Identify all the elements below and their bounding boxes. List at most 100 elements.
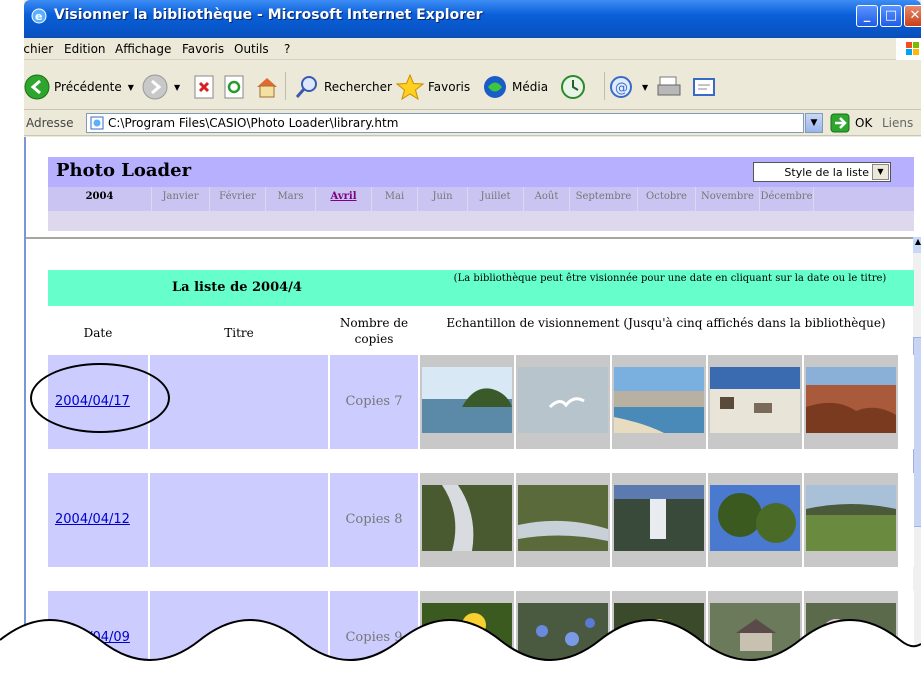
go-arrow-icon bbox=[830, 113, 850, 133]
seagull-photo bbox=[518, 367, 608, 433]
year-label: 2004 bbox=[48, 187, 152, 211]
menu-fichier[interactable]: Fichier bbox=[24, 42, 53, 56]
close-button[interactable]: ✕ bbox=[904, 5, 921, 27]
waterfall-photo bbox=[614, 485, 704, 551]
month-novembre: Novembre bbox=[696, 187, 760, 211]
home-icon bbox=[257, 78, 277, 98]
address-label: Adresse bbox=[26, 116, 74, 130]
month-avril[interactable]: Avril bbox=[316, 187, 372, 211]
month-juillet: Juillet bbox=[468, 187, 524, 211]
forward-arrow-icon bbox=[142, 74, 168, 100]
scroll-thumb[interactable] bbox=[913, 337, 921, 527]
harbor-beach-photo bbox=[614, 367, 704, 433]
tree-sky-photo bbox=[710, 485, 800, 551]
title-bar: e Visionner la bibliothèque - Microsoft … bbox=[24, 0, 921, 38]
table-row: 2004/04/12 Copies 8 bbox=[48, 473, 914, 567]
edit-document-icon bbox=[693, 78, 715, 96]
history-button[interactable] bbox=[560, 72, 586, 102]
address-bar: Adresse C:\Program Files\CASIO\Photo Loa… bbox=[24, 110, 921, 136]
maximize-button[interactable]: □ bbox=[880, 5, 902, 27]
column-header-sample: Echantillon de visionnement (Jusqu'à cin… bbox=[446, 316, 886, 330]
favorites-label: Favoris bbox=[428, 80, 471, 94]
edit-button[interactable] bbox=[692, 72, 718, 102]
coast-island-photo bbox=[422, 367, 512, 433]
list-title: La liste de 2004/4 bbox=[172, 280, 302, 295]
month-decembre: Décembre bbox=[760, 187, 814, 211]
back-dropdown-icon[interactable]: ▼ bbox=[128, 83, 134, 92]
links-label[interactable]: Liens bbox=[882, 116, 913, 130]
search-label: Rechercher bbox=[324, 80, 392, 94]
minimize-button[interactable]: _ bbox=[856, 5, 878, 27]
menu-outils[interactable]: Outils bbox=[234, 42, 269, 56]
window-title: Visionner la bibliothèque - Microsoft In… bbox=[54, 7, 483, 23]
home-button[interactable] bbox=[254, 72, 280, 102]
month-octobre: Octobre bbox=[638, 187, 696, 211]
thumbnail[interactable] bbox=[708, 473, 802, 567]
copies-count: Copies 8 bbox=[345, 512, 403, 527]
go-button[interactable]: OK bbox=[830, 113, 872, 133]
page-viewport: Photo Loader Style de la liste ▼ 2004 Ja… bbox=[24, 137, 921, 679]
date-link[interactable]: 2004/04/12 bbox=[55, 512, 130, 527]
thumbnail[interactable] bbox=[612, 355, 706, 449]
month-mai: Mai bbox=[372, 187, 418, 211]
thumbnail[interactable] bbox=[708, 355, 802, 449]
page-icon bbox=[90, 116, 104, 130]
column-header-copies: Nombre de copies bbox=[339, 316, 409, 346]
frame-divider bbox=[26, 237, 921, 239]
thumbnail[interactable] bbox=[516, 355, 610, 449]
toolbar-separator bbox=[285, 72, 286, 100]
thumbnail[interactable] bbox=[612, 473, 706, 567]
stop-button[interactable] bbox=[194, 72, 216, 102]
scroll-up-icon[interactable]: ▲ bbox=[913, 237, 921, 253]
toolbar-separator bbox=[604, 72, 605, 100]
marsh-photo bbox=[806, 485, 896, 551]
media-label: Média bbox=[512, 80, 549, 94]
history-icon bbox=[561, 75, 585, 99]
media-button[interactable]: Média bbox=[482, 72, 548, 102]
menu-edition[interactable]: Edition bbox=[64, 42, 106, 56]
address-dropdown-icon[interactable]: ▼ bbox=[805, 113, 823, 133]
menu-affichage[interactable]: Affichage bbox=[115, 42, 171, 56]
list-style-value: Style de la liste bbox=[784, 165, 869, 179]
mail-dropdown-icon[interactable]: ▼ bbox=[642, 83, 648, 92]
list-style-select[interactable]: Style de la liste ▼ bbox=[753, 162, 891, 182]
header-title-bar: Photo Loader Style de la liste ▼ bbox=[48, 157, 914, 187]
ie-logo-icon: e bbox=[31, 8, 47, 24]
thumbnail[interactable] bbox=[420, 473, 514, 567]
thumbnail[interactable] bbox=[516, 473, 610, 567]
chevron-down-icon[interactable]: ▼ bbox=[872, 164, 889, 180]
title-cell[interactable] bbox=[150, 473, 328, 567]
print-button[interactable] bbox=[656, 72, 682, 102]
thumbnail[interactable] bbox=[420, 355, 514, 449]
copies-cell: Copies 8 bbox=[330, 473, 418, 567]
address-input[interactable]: C:\Program Files\CASIO\Photo Loader\libr… bbox=[86, 113, 804, 133]
printer-icon bbox=[657, 76, 681, 96]
stop-icon bbox=[194, 75, 214, 99]
thumbnail[interactable] bbox=[804, 473, 898, 567]
back-button[interactable]: Précédente ▼ bbox=[24, 72, 134, 102]
month-septembre: Septembre bbox=[570, 187, 638, 211]
windows-logo-icon bbox=[896, 38, 921, 60]
menu-bar: Fichier Edition Affichage Favoris Outils… bbox=[24, 38, 921, 60]
forward-button[interactable]: ▼ bbox=[142, 72, 180, 102]
title-cell[interactable] bbox=[150, 355, 328, 449]
refresh-icon bbox=[224, 75, 244, 99]
refresh-button[interactable] bbox=[224, 72, 246, 102]
list-hint: (La bibliothèque peut être visionnée pou… bbox=[453, 273, 887, 284]
date-cell: 2004/04/17 bbox=[48, 355, 148, 449]
stream-rocks-photo bbox=[422, 485, 512, 551]
table-row: 2004/04/17 Copies 7 bbox=[48, 355, 914, 449]
date-cell: 2004/04/12 bbox=[48, 473, 148, 567]
search-button[interactable]: Rechercher bbox=[294, 72, 392, 102]
column-header-date: Date bbox=[83, 326, 113, 340]
favorites-button[interactable]: Favoris bbox=[396, 72, 470, 102]
media-icon bbox=[484, 76, 506, 98]
menu-favoris[interactable]: Favoris bbox=[182, 42, 224, 56]
month-fevrier: Février bbox=[210, 187, 266, 211]
menu-help[interactable]: ? bbox=[284, 42, 290, 56]
thumbnail[interactable] bbox=[804, 355, 898, 449]
mail-button[interactable]: @ ▼ bbox=[608, 72, 648, 102]
date-link[interactable]: 2004/04/17 bbox=[55, 394, 130, 409]
forward-dropdown-icon[interactable]: ▼ bbox=[174, 83, 180, 92]
month-janvier: Janvier bbox=[152, 187, 210, 211]
